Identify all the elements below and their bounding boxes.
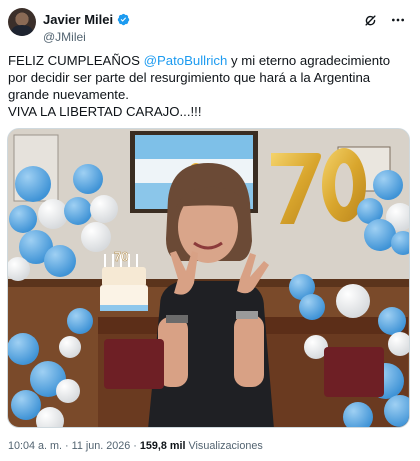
meta-separator: · (130, 440, 140, 452)
tweet-time[interactable]: 10:04 a. m. (8, 440, 62, 452)
tweet-text-line-2: VIVA LA LIBERTAD CARAJO...!!! (8, 104, 202, 119)
cake-topper: 70 (114, 249, 128, 264)
tweet-date[interactable]: 11 jun. 2026 (72, 440, 131, 452)
more-options-icon[interactable] (390, 12, 406, 28)
tweet-text-start: FELIZ CUMPLEAÑOS (8, 53, 144, 68)
meta-separator: · (62, 440, 72, 452)
author-handle[interactable]: @JMilei (43, 30, 86, 44)
tweet-text-line-1: FELIZ CUMPLEAÑOS @PatoBullrich y mi eter… (8, 52, 412, 103)
tweet-text: FELIZ CUMPLEAÑOS @PatoBullrich y mi eter… (8, 52, 412, 120)
verified-badge-icon (117, 13, 130, 26)
tweet-header: Javier Milei @JMilei (8, 8, 412, 48)
mention-link[interactable]: @PatoBullrich (144, 53, 228, 68)
views-label: Visualizaciones (185, 440, 263, 452)
header-actions (362, 12, 406, 28)
tweet-photo[interactable]: 70 (7, 128, 410, 428)
author-name-line: Javier Milei (43, 12, 130, 27)
avatar[interactable] (8, 8, 36, 36)
grok-icon[interactable] (362, 12, 378, 28)
author-display-name[interactable]: Javier Milei (43, 12, 113, 27)
views-count: 159,8 mil (139, 440, 186, 452)
tweet-meta: 10:04 a. m. · 11 jun. 2026 · 159,8 mil V… (8, 440, 263, 452)
photo-illustration: 70 (8, 129, 409, 427)
